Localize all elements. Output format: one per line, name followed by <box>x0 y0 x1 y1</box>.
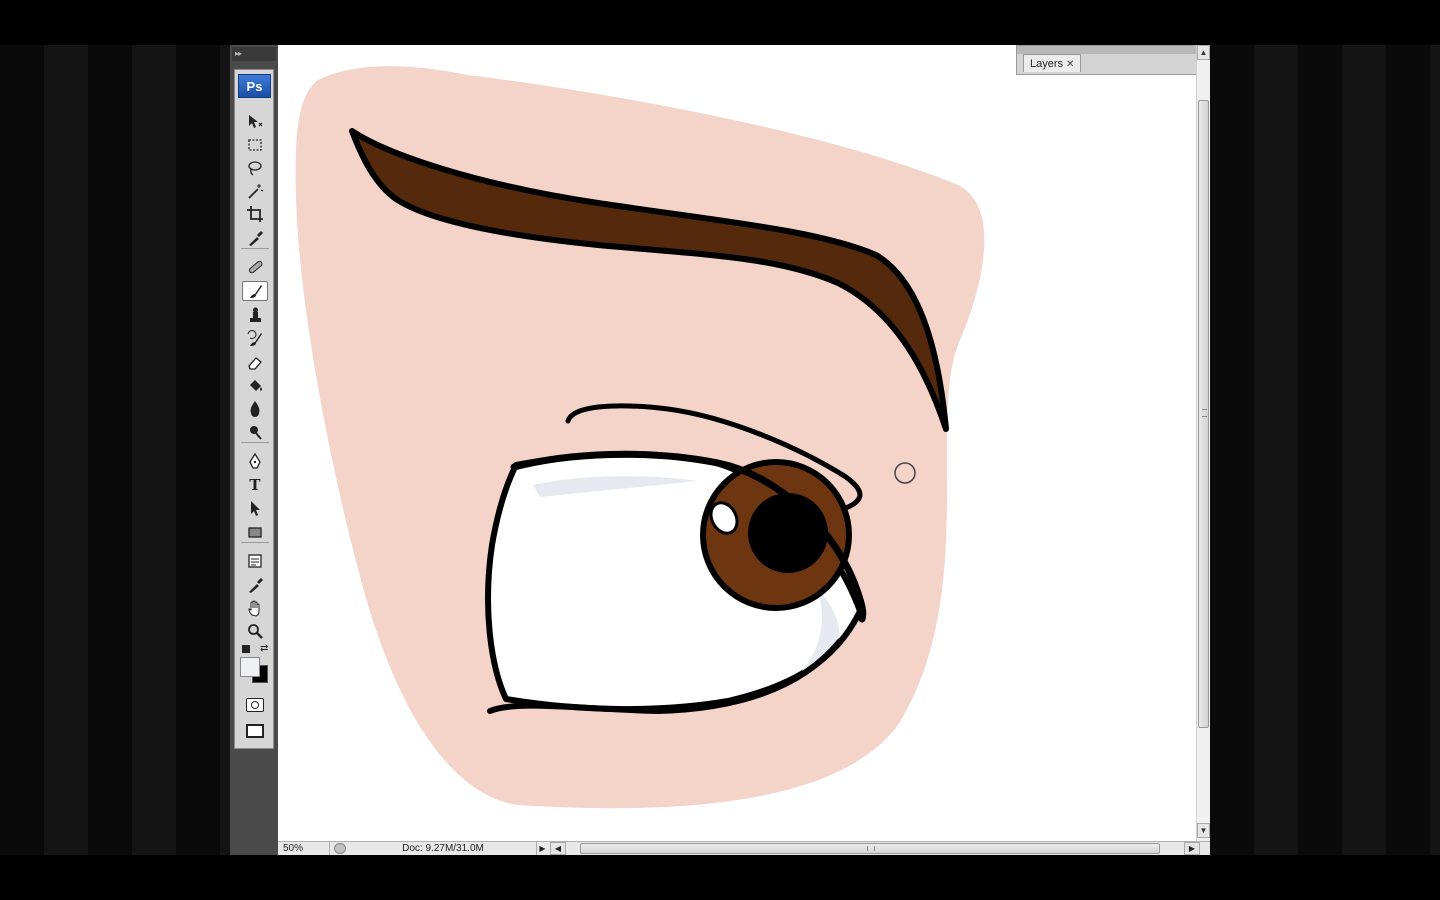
eyedropper-tool[interactable] <box>242 228 268 248</box>
vertical-scroll-thumb[interactable] <box>1198 100 1209 728</box>
tools-collapse-button[interactable]: ▸▸ <box>232 47 276 61</box>
hand-icon <box>248 600 260 617</box>
dodge-tool[interactable] <box>242 422 268 442</box>
default-colors-icon[interactable] <box>242 645 250 653</box>
screen-mode-icon[interactable] <box>246 724 264 738</box>
photoshop-window: ▸▸ Ps T ⇄ Layers ✕ ▲ ▼ 50% Doc: 9.27M/31… <box>230 45 1210 855</box>
document-canvas[interactable]: ▭ ✕ Layers✕ ▾≡ <box>278 45 1196 841</box>
marquee-tool[interactable] <box>242 135 268 155</box>
marquee-icon <box>248 139 262 151</box>
status-bar: 50% Doc: 9.27M/31.0M ▶ ◀ ▶ <box>278 841 1210 855</box>
tool-separator <box>241 442 269 443</box>
swap-colors-icon[interactable]: ⇄ <box>260 643 268 654</box>
path-selection-tool[interactable] <box>242 498 268 518</box>
scroll-down-icon[interactable]: ▼ <box>1197 823 1210 838</box>
scroll-right-icon[interactable]: ▶ <box>1184 842 1200 855</box>
3d-eyedropper-tool[interactable] <box>242 575 268 595</box>
eraser-tool[interactable] <box>242 352 268 372</box>
eraser-icon <box>248 357 262 370</box>
move-icon <box>249 115 263 128</box>
photoshop-logo[interactable]: Ps <box>238 74 271 98</box>
brush-tool[interactable] <box>242 281 268 301</box>
layers-panel-header[interactable]: ▭ ✕ <box>1017 46 1196 54</box>
close-icon[interactable]: ✕ <box>1066 59 1074 70</box>
pen-icon <box>249 452 261 469</box>
layers-tab-label: Layers <box>1030 58 1064 70</box>
desktop-background-left <box>0 45 230 855</box>
hand-tool[interactable] <box>242 598 268 618</box>
clone-stamp-tool[interactable] <box>242 305 268 325</box>
screen: ▸▸ Ps T ⇄ Layers ✕ ▲ ▼ 50% Doc: 9.27M/31… <box>0 0 1440 900</box>
crop-icon <box>247 206 263 222</box>
history-brush-tool[interactable] <box>242 329 268 349</box>
layers-panel: ▭ ✕ Layers✕ ▾≡ <box>1016 45 1196 75</box>
paint-bucket-tool[interactable] <box>242 375 268 395</box>
type-icon: T <box>249 476 261 494</box>
healing-brush-tool[interactable] <box>242 257 268 277</box>
color-swatches[interactable]: ⇄ <box>240 643 272 685</box>
quick-mask-icon[interactable] <box>246 698 264 712</box>
notes-icon <box>248 554 262 568</box>
shape-tool[interactable] <box>242 522 268 542</box>
notes-tool[interactable] <box>242 551 268 571</box>
vertical-scrollbar[interactable]: ▲ ▼ <box>1196 45 1210 841</box>
zoom-tool[interactable] <box>242 621 268 641</box>
bucket-icon <box>250 380 262 391</box>
zoom-level-field[interactable]: 50% <box>280 842 330 855</box>
grip-icon <box>867 846 875 851</box>
pen-tool[interactable] <box>242 451 268 471</box>
scroll-left-icon[interactable]: ◀ <box>550 842 566 855</box>
status-info-icon[interactable] <box>334 843 346 854</box>
type-tool[interactable]: T <box>242 475 268 495</box>
move-tool[interactable] <box>242 112 268 132</box>
eyedropper-icon <box>249 231 263 246</box>
pupil <box>748 493 828 573</box>
history-brush-icon <box>247 330 262 346</box>
stamp-icon <box>250 307 261 322</box>
scroll-up-icon[interactable]: ▲ <box>1197 45 1210 60</box>
status-menu-button[interactable]: ▶ <box>536 842 548 855</box>
tools-panel: Ps T ⇄ <box>234 69 274 749</box>
grip-icon <box>1202 409 1207 417</box>
magic-wand-tool[interactable] <box>242 181 268 201</box>
blur-tool[interactable] <box>242 398 268 418</box>
brush-icon <box>250 285 262 298</box>
lasso-tool[interactable] <box>242 158 268 178</box>
horizontal-scrollbar[interactable]: ◀ ▶ <box>550 842 1210 855</box>
document-size-info: Doc: 9.27M/31.0M <box>402 843 484 854</box>
magnifier-icon <box>248 624 263 639</box>
magic-wand-icon <box>248 184 264 199</box>
tools-strip: ▸▸ Ps T ⇄ <box>230 45 278 855</box>
tool-separator <box>241 542 269 543</box>
dodge-icon <box>250 426 262 440</box>
arrow-icon <box>251 501 260 516</box>
tool-separator <box>241 248 269 249</box>
bandage-icon <box>248 260 263 274</box>
horizontal-scroll-thumb[interactable] <box>580 843 1160 854</box>
tab-layers[interactable]: Layers ✕ <box>1023 54 1081 72</box>
blur-icon <box>250 401 260 417</box>
eye-illustration <box>295 66 985 809</box>
rectangle-icon <box>248 527 262 538</box>
desktop-background-right <box>1210 45 1440 855</box>
crop-tool[interactable] <box>242 204 268 224</box>
eyedropper-icon <box>249 578 263 593</box>
foreground-color-swatch[interactable] <box>240 657 260 677</box>
lasso-icon <box>248 161 262 176</box>
